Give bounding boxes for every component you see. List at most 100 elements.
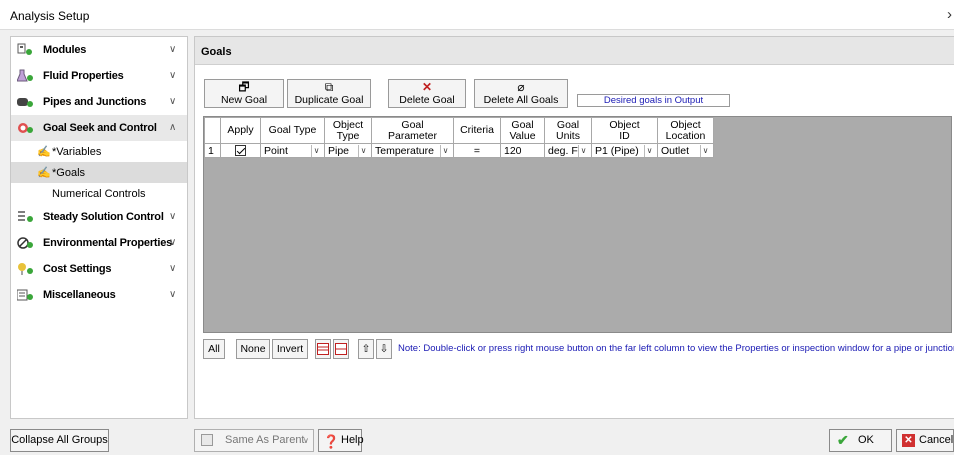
- sidebar-group-label: Environmental Properties: [43, 237, 173, 249]
- chevron-down-icon[interactable]: ∨: [311, 144, 321, 157]
- goal-units-cell[interactable]: deg. F ∨: [544, 143, 592, 158]
- duplicate-icon: ⧉: [324, 80, 334, 94]
- goal-value-cell[interactable]: 120: [500, 143, 545, 158]
- table-header-row: Apply Goal Type Object Type Goal Paramet…: [204, 117, 714, 144]
- delete-goal-button[interactable]: ✕ Delete Goal: [388, 79, 466, 108]
- sidebar-item-numerical-controls[interactable]: Numerical Controls: [11, 183, 187, 204]
- table-row[interactable]: 1 Point ∨ Pipe ∨ Temperature ∨ = 120 deg. F…: [204, 143, 714, 158]
- object-id-value: P1 (Pipe): [595, 144, 639, 157]
- chevron-up-icon[interactable]: ∧: [169, 122, 176, 133]
- col-header-object-id[interactable]: Object ID: [591, 117, 658, 144]
- sidebar-group-goal-seek-and-control[interactable]: Goal Seek and Control ∧: [11, 115, 187, 141]
- sidebar-group-environmental-properties[interactable]: Environmental Properties ∨: [11, 230, 187, 256]
- chevron-down-icon[interactable]: ∨: [169, 96, 176, 107]
- chevron-down-icon[interactable]: ∨: [169, 44, 176, 55]
- duplicate-goal-button[interactable]: ⧉ Duplicate Goal: [287, 79, 371, 108]
- sidebar-item-variables[interactable]: ✍ *Variables: [11, 141, 187, 162]
- object-location-value: Outlet: [661, 144, 690, 157]
- goals-grid-area: Apply Goal Type Object Type Goal Paramet…: [203, 116, 952, 333]
- environment-icon: [17, 237, 33, 249]
- chevron-down-icon[interactable]: ∨: [440, 144, 450, 157]
- col-header-object-type[interactable]: Object Type: [324, 117, 372, 144]
- sidebar-group-fluid-properties[interactable]: Fluid Properties ∨: [11, 63, 187, 89]
- sidebar-group-label: Miscellaneous: [43, 289, 116, 301]
- invert-selection-button[interactable]: Invert: [272, 339, 308, 359]
- chevron-down-icon[interactable]: ∨: [358, 144, 368, 157]
- chevron-down-icon[interactable]: ∨: [578, 144, 588, 157]
- col-header-goal-value[interactable]: Goal Value: [500, 117, 545, 144]
- checkmark-icon: ✔: [837, 432, 849, 448]
- cancel-button[interactable]: ✕ Cancel: [896, 429, 954, 452]
- delete-x-icon: ✕: [421, 80, 433, 94]
- target-icon: [18, 123, 33, 133]
- cancel-label: Cancel: [919, 434, 954, 446]
- new-goal-label: New Goal: [220, 94, 268, 106]
- grid-bottom-bar: All None Invert ⇧ ⇩ Note: Double-click o…: [203, 339, 954, 361]
- object-location-cell[interactable]: Outlet ∨: [657, 143, 714, 158]
- chevron-down-icon[interactable]: ∨: [644, 144, 654, 157]
- col-header-goal-units[interactable]: Goal Units: [544, 117, 592, 144]
- sidebar-item-goals[interactable]: ✍ *Goals: [11, 162, 187, 183]
- sidebar-group-miscellaneous[interactable]: Miscellaneous ∨: [11, 282, 187, 308]
- goal-type-value: Point: [264, 144, 288, 157]
- chevron-down-icon[interactable]: ∨: [169, 211, 176, 222]
- sidebar-group-pipes-and-junctions[interactable]: Pipes and Junctions ∨: [11, 89, 187, 115]
- same-as-parent-label: Same As Parent: [225, 434, 305, 446]
- sidebar-group-steady-solution-control[interactable]: Steady Solution Control ∨: [11, 204, 187, 230]
- select-all-button[interactable]: All: [203, 339, 225, 359]
- help-icon: ❓: [323, 434, 340, 449]
- chevron-down-icon[interactable]: ∨: [700, 144, 710, 157]
- move-down-icon[interactable]: ⇩: [376, 339, 392, 359]
- sidebar-group-modules[interactable]: Modules ∨: [11, 37, 187, 63]
- col-header-goal-type[interactable]: Goal Type: [260, 117, 325, 144]
- close-icon[interactable]: ›: [947, 6, 952, 23]
- goal-type-cell[interactable]: Point ∨: [260, 143, 325, 158]
- variable-icon: ✍: [37, 146, 51, 158]
- ok-label: OK: [858, 434, 874, 446]
- expand-rows-icon[interactable]: [315, 339, 331, 359]
- goals-panel: Goals 🗗 New Goal ⧉ Duplicate Goal ✕ Dele…: [194, 36, 954, 419]
- sidebar-group-label: Modules: [43, 44, 87, 56]
- eraser-icon: ⌀: [517, 80, 525, 94]
- goal-parameter-value: Temperature: [375, 144, 434, 157]
- solution-icon: [18, 211, 33, 222]
- object-id-cell[interactable]: P1 (Pipe) ∨: [591, 143, 658, 158]
- col-header-apply[interactable]: Apply: [220, 117, 261, 144]
- desired-goals-note: Desired goals in Output: [577, 94, 730, 107]
- apply-cell[interactable]: [220, 143, 261, 158]
- chevron-down-icon[interactable]: ∨: [169, 263, 176, 274]
- goal-parameter-cell[interactable]: Temperature ∨: [371, 143, 454, 158]
- chevron-down-icon[interactable]: ∨: [169, 70, 176, 81]
- row-number[interactable]: 1: [204, 143, 221, 158]
- sidebar-group-label: Pipes and Junctions: [43, 96, 147, 108]
- panel-header: Goals: [195, 37, 954, 65]
- sidebar-group-label: Cost Settings: [43, 263, 112, 275]
- collapse-all-groups-button[interactable]: Collapse All Groups: [10, 429, 109, 452]
- goal-units-value: deg. F: [548, 144, 578, 157]
- criteria-cell[interactable]: =: [453, 143, 501, 158]
- help-button[interactable]: ❓ Help: [318, 429, 364, 452]
- sidebar-group-cost-settings[interactable]: Cost Settings ∨: [11, 256, 187, 282]
- duplicate-goal-label: Duplicate Goal: [294, 94, 364, 106]
- move-up-icon[interactable]: ⇧: [358, 339, 374, 359]
- window-title: Analysis Setup: [10, 9, 90, 23]
- apply-checkbox[interactable]: [235, 145, 246, 157]
- new-goal-button[interactable]: 🗗 New Goal: [204, 79, 284, 108]
- sidebar-group-label: Fluid Properties: [43, 70, 124, 82]
- object-type-cell[interactable]: Pipe ∨: [324, 143, 372, 158]
- col-header-goal-parameter[interactable]: Goal Parameter: [371, 117, 454, 144]
- col-header-object-location[interactable]: Object Location: [657, 117, 714, 144]
- misc-icon: [17, 289, 33, 301]
- col-header-criteria[interactable]: Criteria: [453, 117, 501, 144]
- new-goal-icon: 🗗: [238, 80, 250, 94]
- ok-button[interactable]: ✔ OK: [829, 429, 892, 452]
- same-as-parent-dropdown[interactable]: Same As Parent ∨: [194, 429, 314, 452]
- col-header-index: [204, 117, 221, 144]
- select-none-button[interactable]: None: [236, 339, 270, 359]
- delete-all-goals-button[interactable]: ⌀ Delete All Goals: [474, 79, 568, 108]
- chevron-down-icon[interactable]: ∨: [169, 237, 176, 248]
- help-label: Help: [341, 434, 364, 446]
- chevron-down-icon[interactable]: ∨: [169, 289, 176, 300]
- chevron-down-icon: ∨: [303, 436, 309, 445]
- collapse-rows-icon[interactable]: [333, 339, 349, 359]
